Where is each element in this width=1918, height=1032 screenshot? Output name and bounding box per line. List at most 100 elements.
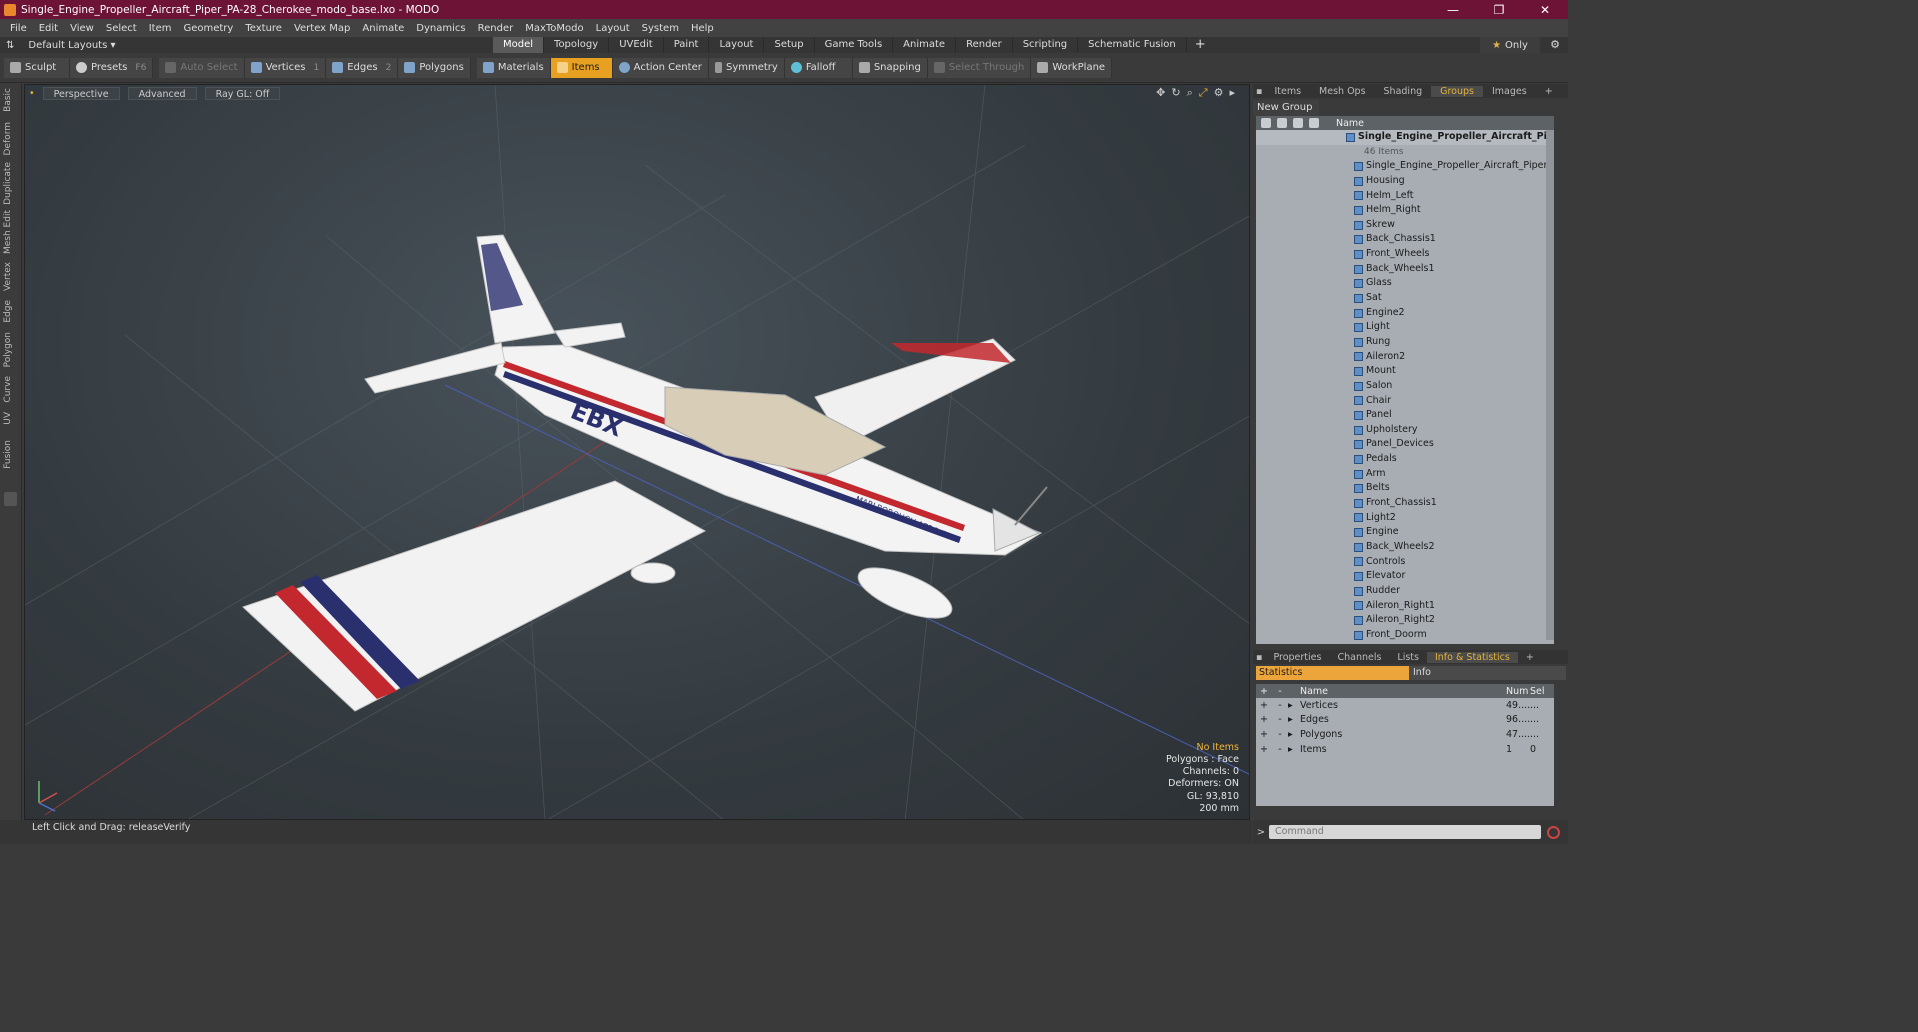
left-tab-edge[interactable]: Edge (3, 300, 13, 323)
presets-button[interactable]: Presets F6 (70, 57, 154, 78)
list-item[interactable]: Back_Wheels2 (1256, 540, 1554, 555)
select-through-button[interactable]: Select Through (927, 57, 1032, 78)
eye-icon[interactable] (1261, 118, 1271, 128)
table-row[interactable]: + - ▸ Edges 96.... ... (1256, 713, 1554, 728)
menu-layout[interactable]: Layout (590, 23, 636, 34)
menu-vertex-map[interactable]: Vertex Map (288, 23, 356, 34)
left-tab-basic[interactable]: Basic (3, 88, 13, 112)
expand-toolbox-button[interactable] (4, 492, 17, 506)
lock-icon[interactable] (1277, 118, 1287, 128)
add-tab-button[interactable]: + (1187, 37, 1214, 53)
expand-arrow-icon[interactable]: ▸ (1288, 744, 1300, 755)
materials-button[interactable]: Materials (476, 57, 551, 78)
add-panel-tab-button[interactable]: + (1536, 86, 1562, 97)
panel2-menu-icon[interactable]: ▪ (1253, 652, 1265, 663)
group-root-count[interactable]: 46 Items (1256, 145, 1554, 160)
left-tab-deform[interactable]: Deform (3, 122, 13, 155)
tab-model[interactable]: Model (493, 37, 545, 53)
close-button[interactable]: ✕ (1522, 0, 1568, 19)
left-tab-duplicate[interactable]: Duplicate (3, 162, 13, 205)
list-item[interactable]: Glass (1256, 276, 1554, 291)
list-item[interactable]: Helm_Right (1256, 203, 1554, 218)
tab-schematic-fusion[interactable]: Schematic Fusion (1078, 37, 1187, 53)
list-item[interactable]: Front_Doorm (1256, 628, 1554, 643)
tab-channels[interactable]: Channels (1329, 652, 1389, 663)
menu-help[interactable]: Help (685, 23, 720, 34)
tab-properties[interactable]: Properties (1265, 652, 1329, 663)
list-item[interactable]: Pedals (1256, 452, 1554, 467)
list-item[interactable]: Upholstery (1256, 423, 1554, 438)
tab-info-statistics[interactable]: Info & Statistics (1426, 651, 1518, 663)
list-item[interactable]: Sat (1256, 291, 1554, 306)
render-icon[interactable] (1293, 118, 1303, 128)
list-item[interactable]: Chair (1256, 394, 1554, 409)
list-item[interactable]: Panel_Devices (1256, 437, 1554, 452)
tab-groups[interactable]: Groups (1431, 85, 1483, 97)
viewport-settings-icon[interactable]: ⚙ (1214, 86, 1224, 100)
menu-edit[interactable]: Edit (33, 23, 64, 34)
list-item[interactable]: Single_Engine_Propeller_Aircraft_Piper_P… (1256, 159, 1554, 174)
left-tab-vertex[interactable]: Vertex (3, 262, 13, 291)
list-item[interactable]: Arm (1256, 467, 1554, 482)
maximize-button[interactable]: ❐ (1476, 0, 1522, 19)
expand-all-icon[interactable]: + (1256, 686, 1272, 697)
list-item[interactable]: Belts (1256, 481, 1554, 496)
select-icon[interactable] (1309, 118, 1319, 128)
list-item[interactable]: Aileron_Right1 (1256, 599, 1554, 614)
remove-icon[interactable]: - (1272, 700, 1288, 711)
vertices-button[interactable]: Vertices 1 (244, 57, 327, 78)
list-item[interactable]: Engine (1256, 525, 1554, 540)
list-item[interactable]: Salon (1256, 379, 1554, 394)
list-item[interactable]: Light (1256, 320, 1554, 335)
minimize-button[interactable]: — (1430, 0, 1476, 19)
list-item[interactable]: Back_Wheels1 (1256, 262, 1554, 277)
remove-icon[interactable]: - (1272, 744, 1288, 755)
symmetry-button[interactable]: Symmetry (708, 57, 785, 78)
new-group-button[interactable]: New Group (1253, 100, 1319, 116)
falloff-button[interactable]: Falloff (784, 57, 853, 78)
viewport-menu-icon[interactable]: • (29, 88, 35, 99)
list-item[interactable]: Mount (1256, 364, 1554, 379)
list-item[interactable]: Helm_Left (1256, 189, 1554, 204)
list-item[interactable]: Controls (1256, 555, 1554, 570)
rotate-view-icon[interactable]: ↻ (1171, 86, 1180, 100)
expand-arrow-icon[interactable]: ▸ (1288, 700, 1300, 711)
list-item[interactable]: Elevator (1256, 569, 1554, 584)
polygons-button[interactable]: Polygons (398, 57, 471, 78)
zoom-view-icon[interactable]: ⌕ (1187, 86, 1193, 100)
edges-button[interactable]: Edges 2 (326, 57, 399, 78)
menu-maxtomodo[interactable]: MaxToModo (519, 23, 589, 34)
menu-item[interactable]: Item (143, 23, 178, 34)
tab-layout[interactable]: Layout (709, 37, 765, 53)
list-item[interactable]: Aileron_Right2 (1256, 613, 1554, 628)
tab-game-tools[interactable]: Game Tools (815, 37, 894, 53)
tab-setup[interactable]: Setup (764, 37, 815, 53)
list-item[interactable]: Front_Wheels (1256, 247, 1554, 262)
collapse-all-icon[interactable]: - (1272, 686, 1288, 697)
tab-items[interactable]: Items (1265, 86, 1310, 97)
add-icon[interactable]: + (1256, 744, 1272, 755)
remove-icon[interactable]: - (1272, 729, 1288, 740)
tab-animate[interactable]: Animate (893, 37, 957, 53)
tab-render[interactable]: Render (956, 37, 1013, 53)
workplane-button[interactable]: WorkPlane (1031, 57, 1113, 78)
list-item[interactable]: Skrew (1256, 218, 1554, 233)
group-root[interactable]: Single_Engine_Propeller_Aircraft_Piper .… (1256, 130, 1554, 145)
list-item[interactable]: Aileron2 (1256, 350, 1554, 365)
left-tab-uv[interactable]: UV (3, 412, 13, 425)
view-type-button[interactable]: Perspective (42, 86, 120, 100)
only-toggle[interactable]: ★ Only (1480, 37, 1540, 53)
list-item[interactable]: Housing (1256, 174, 1554, 189)
command-input[interactable]: Command (1269, 825, 1541, 839)
panel-menu-icon[interactable]: ▪ (1253, 86, 1265, 97)
snapping-button[interactable]: Snapping (852, 57, 928, 78)
info-tab[interactable]: Info (1409, 666, 1566, 680)
items-button[interactable]: Items (550, 57, 613, 78)
menu-texture[interactable]: Texture (239, 23, 288, 34)
list-item[interactable]: Rung (1256, 335, 1554, 350)
menu-select[interactable]: Select (100, 23, 143, 34)
raygl-button[interactable]: Ray GL: Off (204, 86, 281, 100)
gear-icon[interactable]: ⚙ (1550, 38, 1560, 51)
viewport-more-icon[interactable]: ▸ (1229, 86, 1235, 100)
move-view-icon[interactable]: ✥ (1156, 86, 1165, 100)
